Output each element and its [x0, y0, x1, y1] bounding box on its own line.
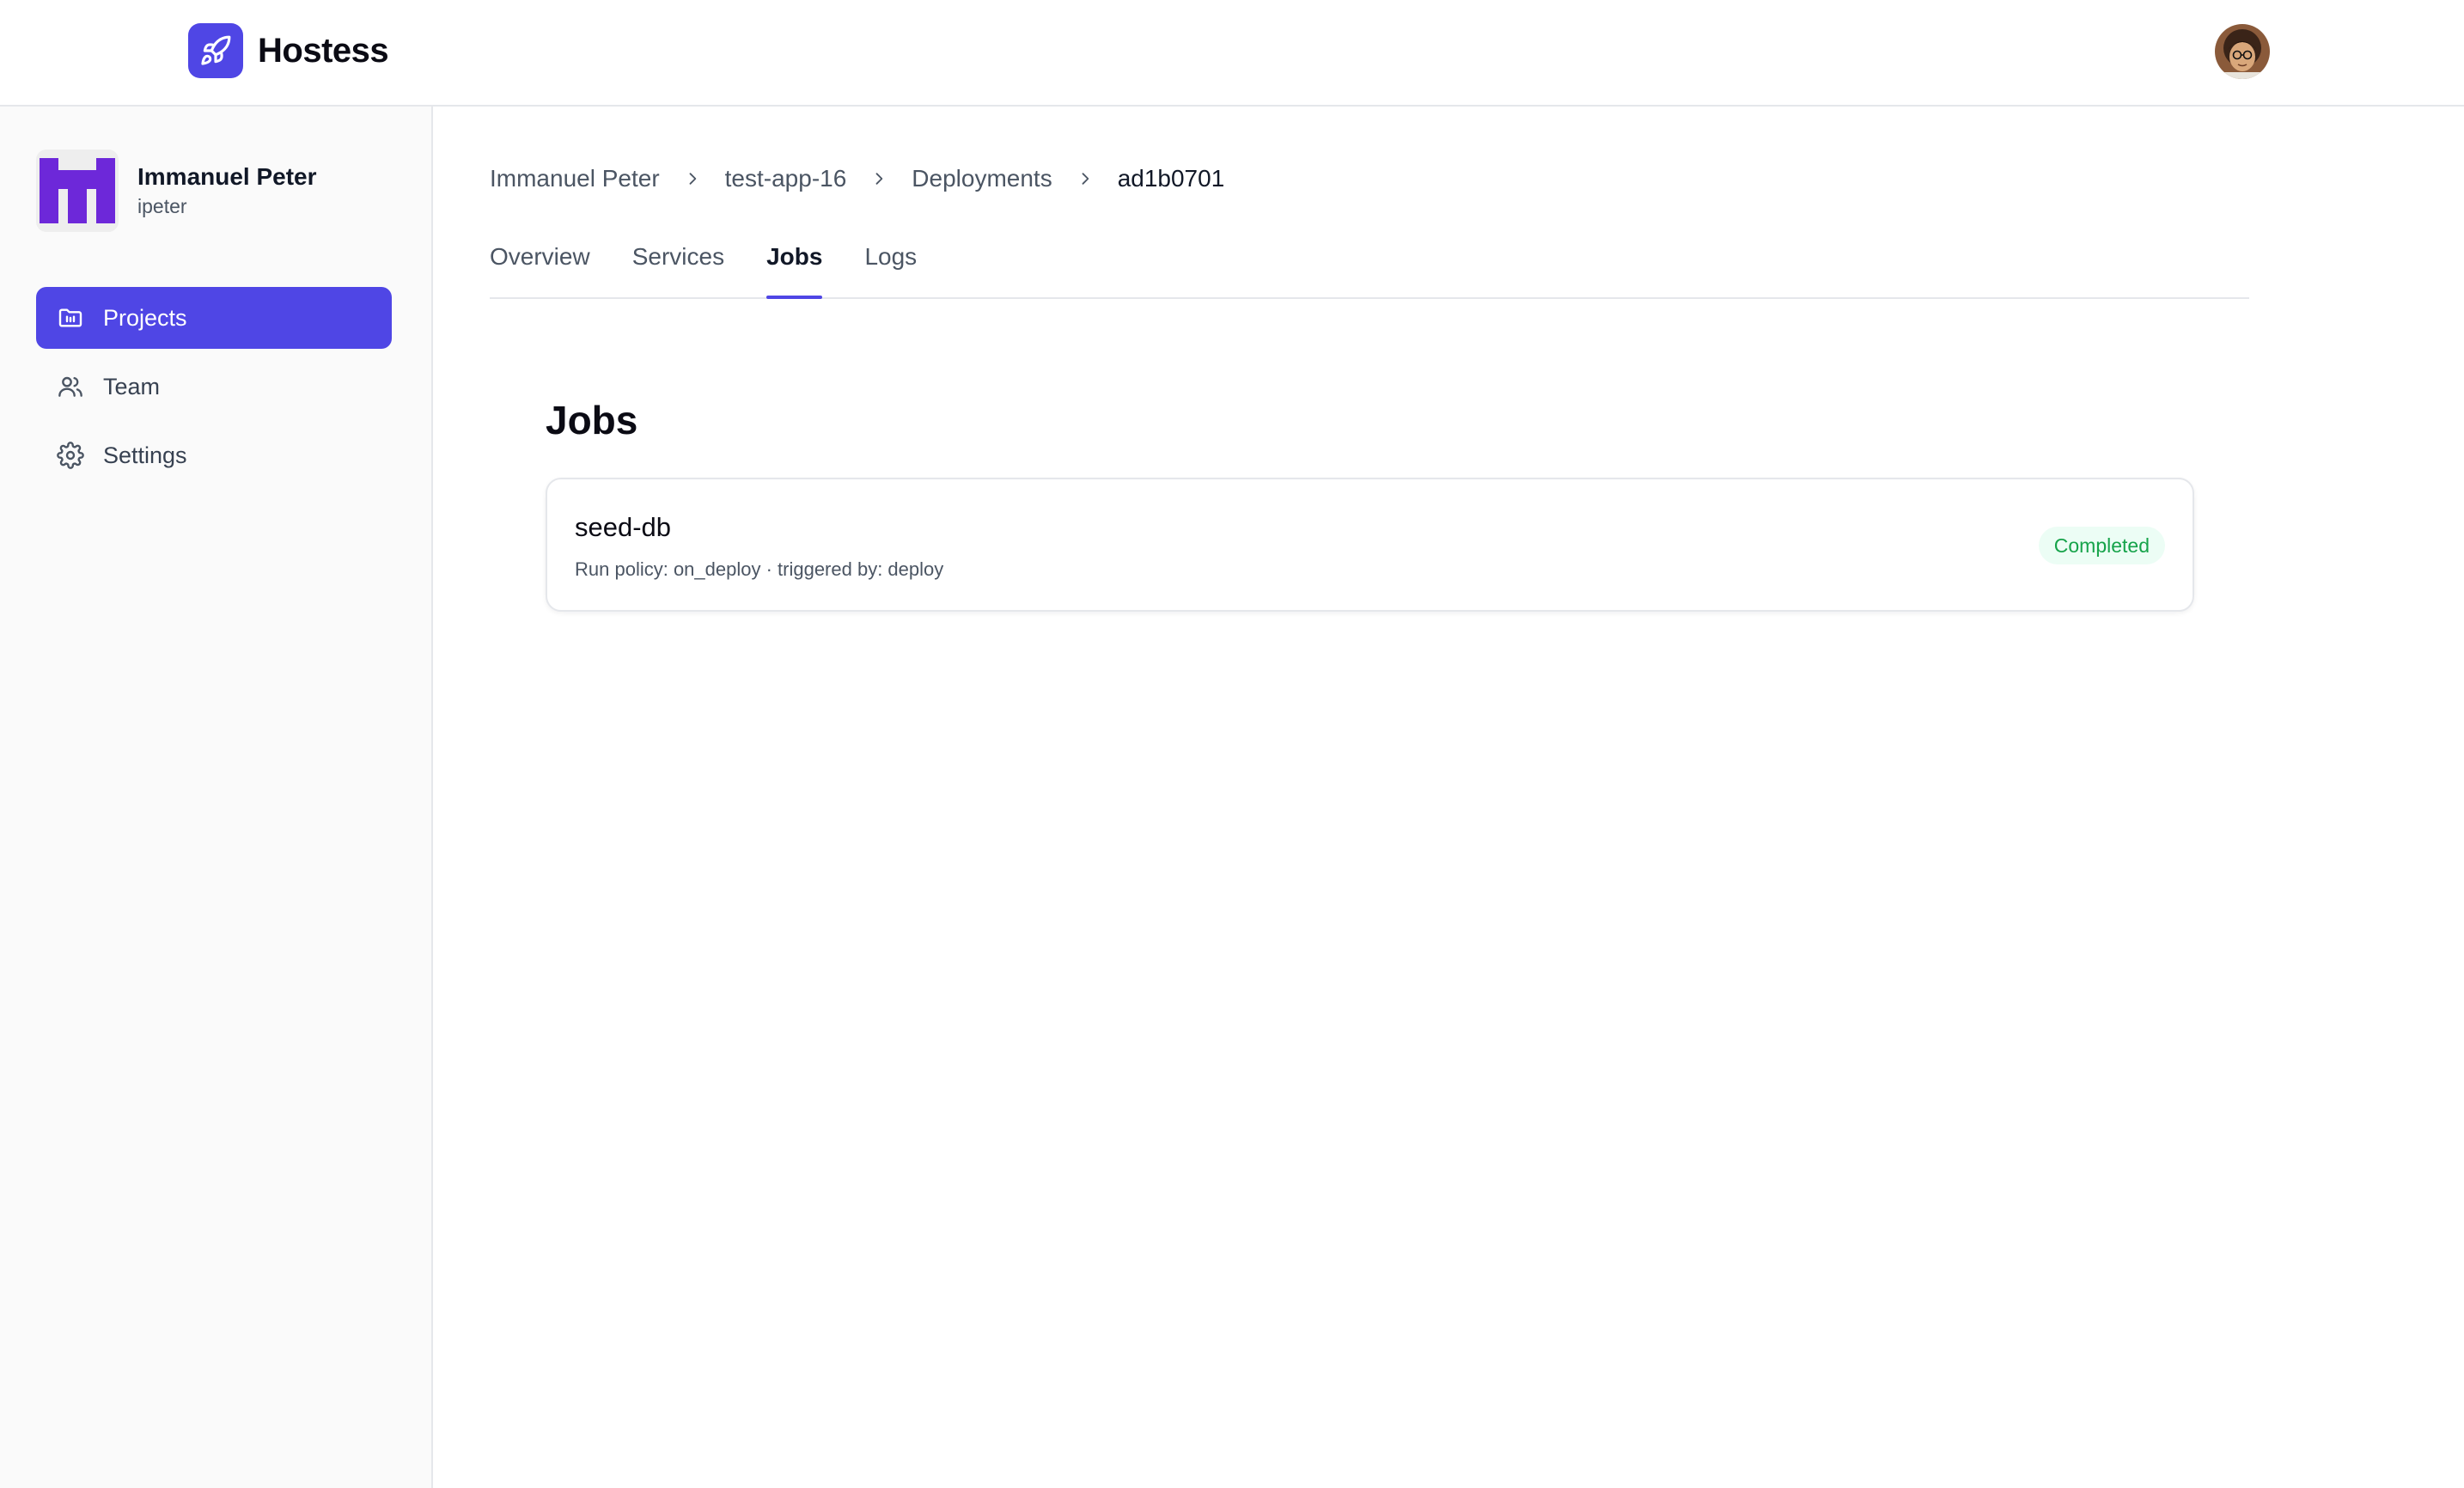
account-name: Immanuel Peter: [137, 163, 317, 190]
sidebar-nav: Projects Team Settings: [36, 287, 392, 493]
chevron-right-icon: [1076, 170, 1094, 187]
job-card[interactable]: seed-db Run policy: on_deploy · triggere…: [546, 478, 2194, 612]
account-info: Immanuel Peter ipeter: [137, 162, 317, 220]
gear-icon: [57, 442, 84, 469]
app-name: Hostess: [258, 31, 389, 70]
job-meta: Run policy: on_deploy · triggered by: de…: [575, 558, 944, 580]
page-title: Jobs: [546, 398, 638, 442]
tab-services[interactable]: Services: [632, 241, 724, 297]
users-icon: [58, 376, 82, 397]
tab-overview[interactable]: Overview: [490, 241, 590, 297]
chevron-right-icon: [870, 170, 887, 187]
tab-logs[interactable]: Logs: [864, 241, 917, 297]
breadcrumb: Immanuel Peter test-app-16 Deployments a…: [490, 165, 1224, 192]
account-switcher[interactable]: Immanuel Peter ipeter: [36, 149, 317, 232]
breadcrumb-project[interactable]: test-app-16: [725, 165, 847, 192]
top-bar: Hostess: [0, 0, 2464, 107]
sidebar-item-label: Team: [103, 373, 161, 399]
user-avatar[interactable]: [2215, 24, 2270, 79]
breadcrumb-deployments[interactable]: Deployments: [912, 165, 1052, 192]
sidebar-item-settings[interactable]: Settings: [36, 424, 392, 486]
account-avatar: [36, 149, 119, 232]
account-handle: ipeter: [137, 195, 187, 217]
folder-icon: [58, 308, 82, 327]
chevron-right-icon: [684, 170, 701, 187]
rocket-icon: [188, 23, 243, 78]
sidebar: Immanuel Peter ipeter Projects Team Sett…: [0, 107, 433, 1488]
status-badge: Completed: [2038, 527, 2165, 564]
brand[interactable]: Hostess: [188, 23, 389, 78]
user-avatar-photo: [2215, 24, 2270, 79]
sidebar-item-projects[interactable]: Projects: [36, 287, 392, 349]
breadcrumb-account[interactable]: Immanuel Peter: [490, 165, 660, 192]
sidebar-item-label: Projects: [103, 304, 187, 331]
job-name: seed-db: [575, 512, 672, 542]
deployment-tabs: Overview Services Jobs Logs: [490, 241, 2249, 299]
tab-jobs[interactable]: Jobs: [766, 241, 823, 299]
sidebar-item-team[interactable]: Team: [36, 356, 392, 418]
sidebar-item-label: Settings: [103, 442, 187, 468]
account-identicon: [40, 158, 115, 223]
breadcrumb-deployment-id: ad1b0701: [1117, 165, 1225, 192]
